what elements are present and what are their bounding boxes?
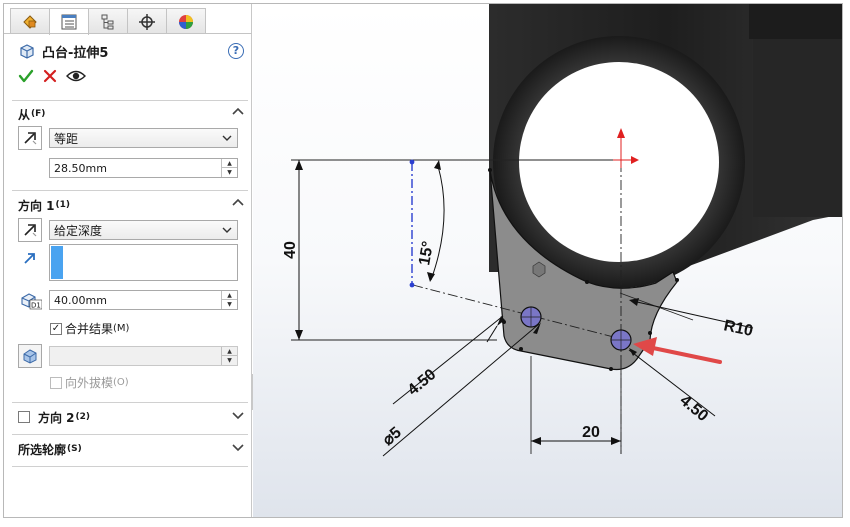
display-manager-icon	[179, 14, 193, 29]
dim-height-label: 40	[282, 241, 299, 259]
property-manager-panel: 凸台-拉伸5 ? 从 (F) 等距 28.50mm ▲ ▼ 方向 1 (1) 给…	[4, 4, 252, 517]
graphics-area[interactable]: 40 15° R10 4.50 ⌀5 4.50 20	[253, 4, 843, 517]
property-manager-icon	[61, 14, 77, 30]
direction-vector-selection	[51, 246, 63, 279]
merge-result-shortcut: (M)	[113, 323, 130, 334]
chevron-down-icon	[222, 227, 232, 233]
feature-manager-icon	[23, 14, 37, 29]
draft-outward-box[interactable]	[50, 376, 62, 389]
chevron-down-icon	[232, 412, 244, 420]
selected-contours-label: 所选轮廓	[18, 442, 67, 457]
action-buttons	[18, 68, 86, 84]
selected-contours-shortcut: (S)	[67, 444, 82, 454]
from-direction-button[interactable]	[18, 126, 42, 150]
bore-hole	[519, 62, 719, 262]
end-condition-select[interactable]: 给定深度	[49, 220, 238, 240]
direction2-section-header[interactable]: 方向 2 (2)	[18, 408, 244, 426]
sketch-point	[409, 159, 415, 165]
merge-result-checkbox[interactable]: ✓ 合并结果 (M)	[50, 320, 129, 337]
from-type-select[interactable]: 等距	[49, 128, 238, 148]
direction2-label: 方向 2	[38, 410, 75, 425]
from-offset-input[interactable]: 28.50mm ▲ ▼	[49, 158, 238, 178]
direction2-shortcut: (2)	[75, 412, 91, 422]
merge-result-box[interactable]: ✓	[50, 322, 62, 335]
dim-xpert-icon	[139, 13, 155, 30]
draft-outward-shortcut: (O)	[113, 377, 129, 388]
draft-outward-label: 向外拔模	[65, 376, 114, 390]
draft-angle-spinner[interactable]: ▲ ▼	[221, 347, 237, 365]
depth-tag: D1	[31, 302, 41, 310]
direction-arrow-icon	[24, 224, 37, 237]
dim-spacing-label: 20	[582, 424, 600, 441]
preview-eye-button[interactable]	[66, 69, 86, 83]
direction2-box[interactable]	[18, 411, 30, 423]
chevron-up-icon	[232, 198, 244, 206]
chevron-down-icon	[222, 135, 232, 141]
manager-tabs	[10, 8, 206, 35]
from-offset-spinner[interactable]: ▲ ▼	[221, 159, 237, 177]
depth-input[interactable]: 40.00mm ▲ ▼	[49, 290, 238, 310]
model-canvas[interactable]: 40 15° R10 4.50 ⌀5 4.50 20	[253, 4, 843, 517]
from-section-label: 从	[18, 107, 31, 122]
direction-arrow-icon	[24, 132, 37, 145]
depth-spinner[interactable]: ▲ ▼	[221, 291, 237, 309]
chevron-up-icon	[232, 107, 244, 115]
from-type-value: 等距	[54, 131, 79, 146]
configuration-manager-icon	[101, 14, 114, 29]
feature-title-row: 凸台-拉伸5 ?	[18, 40, 244, 62]
checkmark-icon: ✓	[51, 322, 61, 334]
selected-contours-header[interactable]: 所选轮廓 (S)	[18, 440, 244, 458]
tab-configuration-manager[interactable]	[88, 8, 128, 34]
direction1-shortcut: (1)	[55, 200, 71, 210]
help-icon: ?	[232, 44, 240, 57]
help-button[interactable]: ?	[228, 43, 244, 59]
cancel-button[interactable]	[43, 69, 57, 83]
direction-vector-list[interactable]	[49, 244, 238, 281]
solidworks-window: 凸台-拉伸5 ? 从 (F) 等距 28.50mm ▲ ▼ 方向 1 (1) 给…	[3, 3, 843, 518]
draft-outward-checkbox[interactable]: 向外拔模 (O)	[50, 374, 129, 391]
tab-property-manager[interactable]	[49, 8, 89, 35]
from-section-header[interactable]: 从 (F)	[18, 105, 244, 123]
tab-display-manager[interactable]	[166, 8, 206, 34]
draft-angle-input[interactable]: ▲ ▼	[49, 346, 238, 366]
end-condition-value: 给定深度	[54, 223, 103, 238]
tab-dimxpert-manager[interactable]	[127, 8, 167, 34]
tab-feature-manager[interactable]	[10, 8, 50, 34]
ok-button[interactable]	[18, 68, 34, 84]
sketch-point	[409, 282, 415, 288]
reverse-direction-button[interactable]	[18, 218, 42, 242]
chevron-down-icon	[232, 444, 244, 452]
direction2-checkbox[interactable]: 方向 2 (2)	[18, 409, 90, 426]
direction1-section-header[interactable]: 方向 1 (1)	[18, 196, 244, 214]
boss-extrude-icon	[20, 44, 34, 59]
depth-value: 40.00mm	[54, 293, 107, 307]
direction1-label: 方向 1	[18, 198, 55, 213]
depth-dimension-icon: D1	[21, 293, 42, 310]
draft-icon	[23, 349, 37, 364]
draft-toggle-button[interactable]	[18, 344, 42, 368]
direction-vector-icon	[24, 253, 35, 264]
feature-title: 凸台-拉伸5	[42, 45, 109, 61]
from-offset-value: 28.50mm	[54, 161, 107, 175]
merge-result-label: 合并结果	[65, 322, 114, 336]
from-section-shortcut: (F)	[31, 109, 46, 119]
